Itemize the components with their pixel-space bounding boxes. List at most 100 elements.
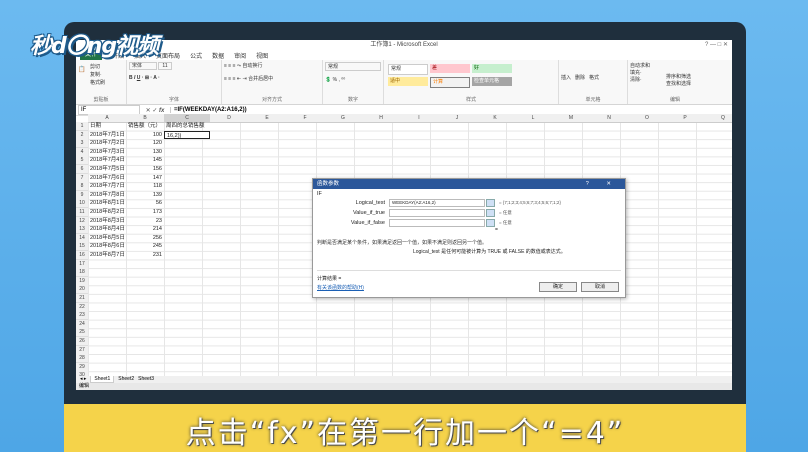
format-painter-button[interactable]: 格式刷 xyxy=(90,79,105,87)
merge-center-button[interactable]: 合并后居中 xyxy=(248,76,273,82)
number-format-select[interactable]: 常规 xyxy=(325,62,381,71)
cell-sales[interactable]: 23 xyxy=(126,217,164,225)
ribbon: 📋 剪切 复制· 格式刷 剪贴板 宋体 11 B I U · ⊞ · A · 字… xyxy=(76,60,732,105)
excel-window: 工作簿1 - Microsoft Excel ? — □ ✕ 文件 开始 插入 页面布… xyxy=(76,40,732,390)
style-good[interactable]: 好 xyxy=(472,64,512,73)
cell-date[interactable]: 2018年7月5日 xyxy=(88,165,126,173)
styles-group: 常规 差 好 适中 计算 检查单元格 样式 xyxy=(384,60,559,104)
copy-button[interactable]: 复制· xyxy=(90,71,105,79)
cell-sales[interactable]: 130 xyxy=(126,148,164,156)
title-bar: 工作簿1 - Microsoft Excel ? — □ ✕ xyxy=(76,40,732,50)
sort-filter-button[interactable]: 排序和筛选 xyxy=(666,74,691,81)
column-header[interactable]: N xyxy=(590,114,629,123)
autosum-button[interactable]: 自动求和 xyxy=(630,62,720,69)
column-header[interactable]: J xyxy=(438,114,477,123)
column-header[interactable]: Q xyxy=(704,114,732,123)
fx-icon[interactable]: fx xyxy=(159,108,164,114)
style-neutral[interactable]: 适中 xyxy=(388,77,428,86)
find-select-button[interactable]: 查找和选择 xyxy=(666,81,691,88)
column-header[interactable]: P xyxy=(666,114,705,123)
column-header[interactable]: D xyxy=(210,114,249,123)
cell-date[interactable]: 2018年8月3日 xyxy=(88,217,126,225)
sheet-tab-3[interactable]: Sheet3 xyxy=(138,376,154,383)
cell-sales[interactable]: 56 xyxy=(126,199,164,207)
enter-icon[interactable]: ✓ xyxy=(152,108,157,114)
column-header[interactable]: F xyxy=(286,114,325,123)
number-group: 常规 💲 % , ⁰⁰ 数字 xyxy=(323,60,384,104)
style-check-cell[interactable]: 检查单元格 xyxy=(472,77,512,86)
menu-item[interactable]: 数据 xyxy=(212,51,224,60)
style-calculation[interactable]: 计算 xyxy=(430,77,470,88)
column-header[interactable]: L xyxy=(514,114,553,123)
range-picker-icon[interactable] xyxy=(486,198,495,207)
cell-date[interactable]: 2018年7月7日 xyxy=(88,182,126,190)
cell-sales[interactable]: 139 xyxy=(126,191,164,199)
cell-c2[interactable]: 16,2)) xyxy=(164,130,210,139)
cell-date[interactable]: 2018年7月3日 xyxy=(88,148,126,156)
cell-date[interactable]: 2018年8月6日 xyxy=(88,242,126,250)
range-picker-icon[interactable] xyxy=(486,218,495,227)
column-header[interactable]: E xyxy=(248,114,287,123)
font-select[interactable]: 宋体 xyxy=(129,62,158,70)
column-header[interactable]: O xyxy=(628,114,667,123)
value-if-false-input[interactable] xyxy=(389,218,485,227)
style-normal[interactable]: 常规 xyxy=(388,64,428,75)
cell-sales[interactable]: 145 xyxy=(126,156,164,164)
cell-sales[interactable]: 156 xyxy=(126,165,164,173)
cell-date[interactable]: 2018年7月4日 xyxy=(88,156,126,164)
group-label-number: 数字 xyxy=(347,97,358,103)
column-header[interactable]: M xyxy=(552,114,591,123)
column-header[interactable]: G xyxy=(324,114,363,123)
cell-sales[interactable]: 214 xyxy=(126,225,164,233)
cell-date[interactable]: 2018年8月5日 xyxy=(88,234,126,242)
cell-sales[interactable]: 147 xyxy=(126,174,164,182)
style-bad[interactable]: 差 xyxy=(430,64,470,73)
column-header[interactable]: K xyxy=(476,114,515,123)
cell-date[interactable]: 2018年8月7日 xyxy=(88,251,126,259)
cancel-button[interactable]: 取消 xyxy=(581,282,619,292)
cell-sales[interactable]: 120 xyxy=(126,139,164,147)
cell-date[interactable]: 2018年7月2日 xyxy=(88,139,126,147)
group-label-cells: 单元格 xyxy=(585,97,601,103)
formula-input[interactable]: =IF(WEEKDAY(A2:A16,2)) xyxy=(170,107,732,113)
cell-sales[interactable]: 118 xyxy=(126,182,164,190)
cell-date[interactable]: 2018年7月1日 xyxy=(88,131,126,139)
cell-sales[interactable]: 245 xyxy=(126,242,164,250)
cell-sales[interactable]: 100 xyxy=(126,131,164,139)
cell-a1[interactable]: 日期 xyxy=(88,122,126,130)
font-size-select[interactable]: 11 xyxy=(158,62,172,70)
column-header[interactable]: H xyxy=(362,114,401,123)
sheet-tab-1[interactable]: Sheet1 xyxy=(90,376,115,383)
menu-item[interactable]: 视图 xyxy=(256,51,268,60)
editing-group: 自动求和 填充· 清除· 排序和筛选 查找和选择 编辑 xyxy=(628,60,722,104)
logical-test-input[interactable]: WEEKDAY(A2:A16,2) xyxy=(389,198,485,207)
cancel-icon[interactable]: ✕ xyxy=(146,108,151,114)
cell-date[interactable]: 2018年8月4日 xyxy=(88,225,126,233)
help-link[interactable]: 有关该函数的帮助(H) xyxy=(317,284,364,291)
clipboard-group: 📋 剪切 复制· 格式刷 剪贴板 xyxy=(76,60,127,104)
column-header[interactable]: I xyxy=(400,114,439,123)
ok-button[interactable]: 确定 xyxy=(539,282,577,292)
cell-sales[interactable]: 173 xyxy=(126,208,164,216)
cell-b1[interactable]: 销售额（元） xyxy=(126,122,164,130)
cell-date[interactable]: 2018年8月2日 xyxy=(88,208,126,216)
dialog-controls[interactable]: ? ✕ xyxy=(586,179,619,189)
sheet-tab-2[interactable]: Sheet2 xyxy=(118,376,134,383)
cell-date[interactable]: 2018年7月8日 xyxy=(88,191,126,199)
font-group: 宋体 11 B I U · ⊞ · A · 字体 xyxy=(127,60,222,104)
cell-sales[interactable]: 256 xyxy=(126,234,164,242)
window-controls[interactable]: ? — □ ✕ xyxy=(705,40,728,50)
cell-sales[interactable]: 231 xyxy=(126,251,164,259)
wrap-text-button[interactable]: 自动换行 xyxy=(242,63,262,69)
cell-c1[interactable]: 周四的总销售额 xyxy=(164,122,210,130)
cell-date[interactable]: 2018年7月6日 xyxy=(88,174,126,182)
window-title: 工作簿1 - Microsoft Excel xyxy=(370,42,438,48)
menu-item[interactable]: 审阅 xyxy=(234,51,246,60)
cut-button[interactable]: 剪切 xyxy=(90,63,105,71)
range-picker-icon[interactable] xyxy=(486,208,495,217)
alignment-group: ≡ ≡ ≡ ⤳ 自动换行 ≡ ≡ ≡ ⇤ ⇥ 合并后居中 对齐方式 xyxy=(222,60,323,104)
menu-item[interactable]: 公式 xyxy=(190,51,202,60)
value-if-true-input[interactable] xyxy=(389,208,485,217)
menu-item[interactable]: 页面布局 xyxy=(156,51,180,60)
cell-date[interactable]: 2018年8月1日 xyxy=(88,199,126,207)
